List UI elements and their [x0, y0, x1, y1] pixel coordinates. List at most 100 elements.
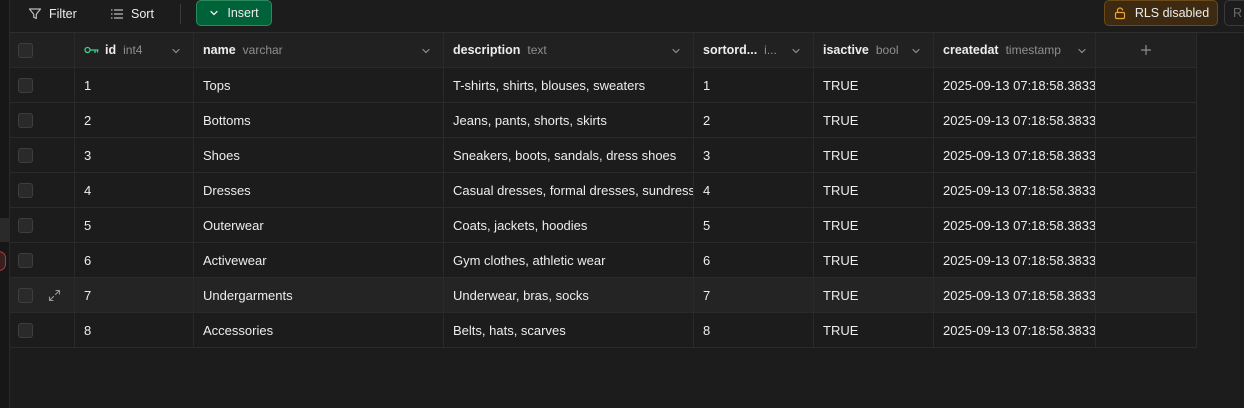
row-checkbox[interactable] [18, 217, 33, 233]
column-name: isactive [823, 43, 869, 57]
column-type: text [527, 43, 547, 57]
chevron-down-icon[interactable] [421, 46, 431, 56]
cell-sortorder[interactable]: 1 [694, 68, 814, 102]
cell-isactive[interactable]: TRUE [814, 313, 934, 347]
column-header-id[interactable]: id int4 [75, 33, 194, 67]
row-checkbox[interactable] [18, 112, 33, 128]
table-row[interactable]: 8 Accessories Belts, hats, scarves 8 TRU… [10, 313, 1197, 348]
row-checkbox[interactable] [18, 77, 33, 93]
row-checkbox[interactable] [18, 147, 33, 163]
cell-description[interactable]: Belts, hats, scarves [444, 313, 694, 347]
cell-id[interactable]: 8 [75, 313, 194, 347]
cell-sortorder[interactable]: 3 [694, 138, 814, 172]
column-type: varchar [242, 43, 283, 57]
table-row[interactable]: 1 Tops T-shirts, shirts, blouses, sweate… [10, 68, 1197, 103]
cell-createdat[interactable]: 2025-09-13 07:18:58.3833 [934, 243, 1096, 277]
row-checkbox[interactable] [18, 322, 33, 338]
table-row[interactable]: 6 Activewear Gym clothes, athletic wear … [10, 243, 1197, 278]
data-grid: id int4 name varchar description text so… [10, 33, 1197, 348]
cell-description[interactable]: Underwear, bras, socks [444, 278, 694, 312]
cell-description[interactable]: T-shirts, shirts, blouses, sweaters [444, 68, 694, 102]
cell-isactive[interactable]: TRUE [814, 278, 934, 312]
sort-list-icon [110, 9, 124, 19]
row-checkbox[interactable] [18, 252, 33, 268]
cell-description[interactable]: Coats, jackets, hoodies [444, 208, 694, 242]
table-toolbar: Filter Sort Insert RLS disabled R [10, 0, 1244, 33]
cell-description[interactable]: Gym clothes, athletic wear [444, 243, 694, 277]
chevron-down-icon[interactable] [911, 46, 921, 56]
column-header-createdat[interactable]: createdat timestamp [934, 33, 1096, 67]
rls-disabled-button[interactable]: RLS disabled [1104, 0, 1218, 26]
cell-name[interactable]: Bottoms [194, 103, 444, 137]
gutter-item[interactable] [0, 218, 10, 242]
cell-description[interactable]: Jeans, pants, shorts, skirts [444, 103, 694, 137]
toolbar-overflow-button[interactable]: R [1224, 0, 1244, 26]
column-header-name[interactable]: name varchar [194, 33, 444, 67]
column-name: createdat [943, 43, 999, 57]
table-row[interactable]: 3 Shoes Sneakers, boots, sandals, dress … [10, 138, 1197, 173]
table-row[interactable]: 2 Bottoms Jeans, pants, shorts, skirts 2… [10, 103, 1197, 138]
cell-name[interactable]: Dresses [194, 173, 444, 207]
cell-isactive[interactable]: TRUE [814, 173, 934, 207]
cell-isactive[interactable]: TRUE [814, 208, 934, 242]
cell-createdat[interactable]: 2025-09-13 07:18:58.3833 [934, 313, 1096, 347]
lock-open-icon [1114, 7, 1125, 20]
cell-id[interactable]: 3 [75, 138, 194, 172]
cell-name[interactable]: Shoes [194, 138, 444, 172]
cell-createdat[interactable]: 2025-09-13 07:18:58.3833 [934, 208, 1096, 242]
gutter-badge[interactable] [0, 251, 6, 271]
cell-sortorder[interactable]: 8 [694, 313, 814, 347]
insert-button[interactable]: Insert [196, 0, 272, 26]
cell-createdat[interactable]: 2025-09-13 07:18:58.3833 [934, 138, 1096, 172]
table-row[interactable]: 4 Dresses Casual dresses, formal dresses… [10, 173, 1197, 208]
cell-isactive[interactable]: TRUE [814, 68, 934, 102]
sort-button[interactable]: Sort [110, 3, 154, 25]
cell-id[interactable]: 5 [75, 208, 194, 242]
cell-id[interactable]: 7 [75, 278, 194, 312]
row-checkbox[interactable] [18, 287, 33, 303]
cell-sortorder[interactable]: 4 [694, 173, 814, 207]
chevron-down-icon[interactable] [171, 46, 181, 56]
column-header-description[interactable]: description text [444, 33, 694, 67]
cell-sortorder[interactable]: 5 [694, 208, 814, 242]
chevron-down-icon[interactable] [671, 46, 681, 56]
cell-name[interactable]: Undergarments [194, 278, 444, 312]
cell-sortorder[interactable]: 7 [694, 278, 814, 312]
cell-id[interactable]: 4 [75, 173, 194, 207]
cell-name[interactable]: Accessories [194, 313, 444, 347]
cell-name[interactable]: Activewear [194, 243, 444, 277]
cell-id[interactable]: 2 [75, 103, 194, 137]
cell-sortorder[interactable]: 2 [694, 103, 814, 137]
cell-id[interactable]: 1 [75, 68, 194, 102]
cell-isactive[interactable]: TRUE [814, 243, 934, 277]
select-all-checkbox[interactable] [18, 42, 33, 58]
column-type: bool [875, 43, 899, 57]
cell-description[interactable]: Sneakers, boots, sandals, dress shoes [444, 138, 694, 172]
column-header-sortorder[interactable]: sortord... i... [694, 33, 814, 67]
table-row[interactable]: 5 Outerwear Coats, jackets, hoodies 5 TR… [10, 208, 1197, 243]
column-type: int4 [123, 43, 143, 57]
cell-createdat[interactable]: 2025-09-13 07:18:58.3833 [934, 103, 1096, 137]
cell-name[interactable]: Outerwear [194, 208, 444, 242]
cell-isactive[interactable]: TRUE [814, 138, 934, 172]
insert-label: Insert [227, 6, 259, 20]
column-header-isactive[interactable]: isactive bool [814, 33, 934, 67]
cell-isactive[interactable]: TRUE [814, 103, 934, 137]
toolbar-divider [180, 4, 181, 24]
cell-sortorder[interactable]: 6 [694, 243, 814, 277]
cell-id[interactable]: 6 [75, 243, 194, 277]
chevron-down-icon[interactable] [1077, 46, 1087, 56]
app-gutter [0, 0, 10, 408]
row-select-cell [10, 313, 75, 347]
expand-row-icon[interactable] [48, 289, 61, 302]
cell-description[interactable]: Casual dresses, formal dresses, sundress… [444, 173, 694, 207]
cell-createdat[interactable]: 2025-09-13 07:18:58.3833 [934, 173, 1096, 207]
cell-createdat[interactable]: 2025-09-13 07:18:58.3833 [934, 278, 1096, 312]
add-column-button[interactable] [1096, 33, 1197, 67]
table-row-hovered[interactable]: 7 Undergarments Underwear, bras, socks 7… [10, 278, 1197, 313]
cell-name[interactable]: Tops [194, 68, 444, 102]
row-checkbox[interactable] [18, 182, 33, 198]
cell-createdat[interactable]: 2025-09-13 07:18:58.3833 [934, 68, 1096, 102]
chevron-down-icon[interactable] [791, 46, 801, 56]
filter-button[interactable]: Filter [28, 3, 77, 25]
